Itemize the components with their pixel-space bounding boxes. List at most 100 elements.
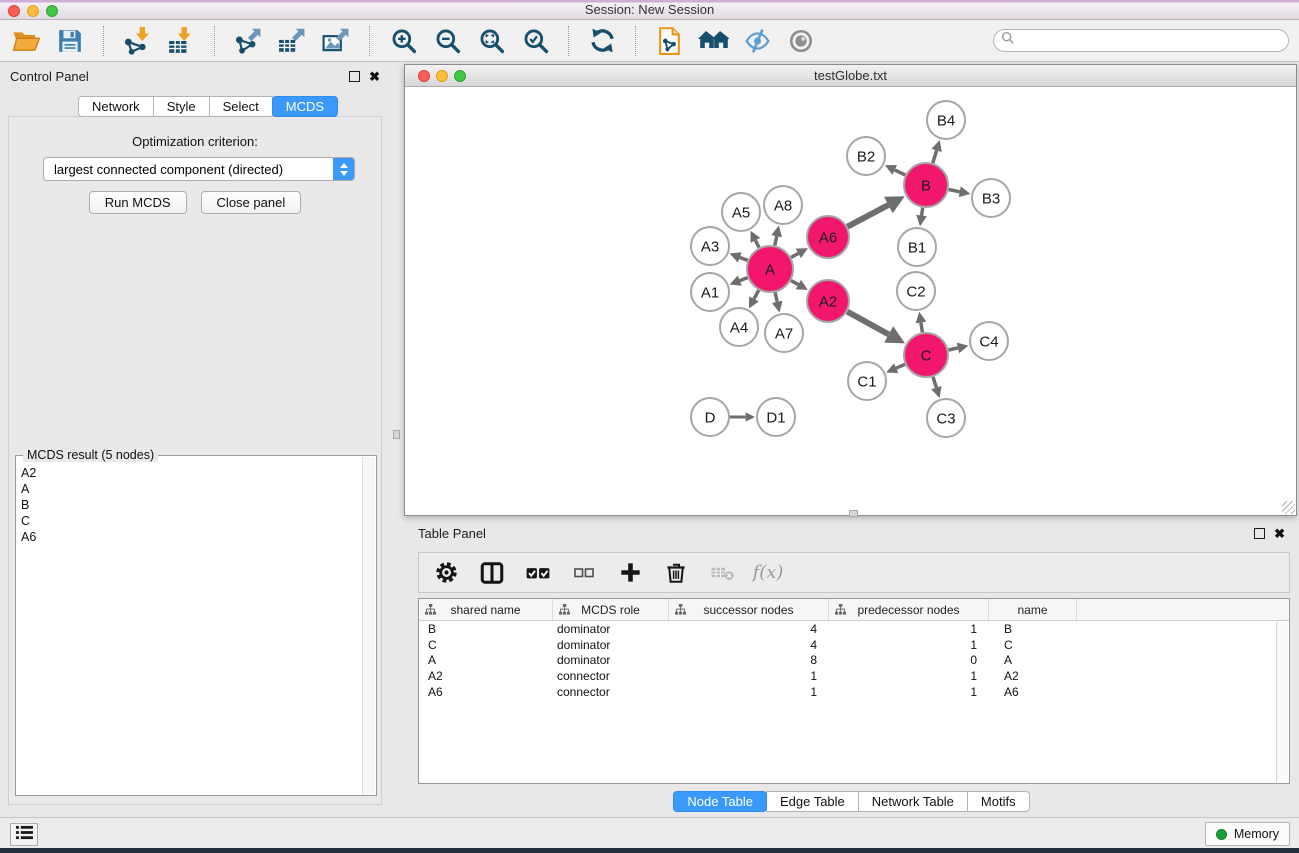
node-B3[interactable]: B3	[972, 179, 1010, 217]
network-canvas[interactable]: B4B2BB3A5A8A6A3B1AA1C2A2A4A7C4CC1C3DD1	[405, 87, 1296, 515]
network-minimize-button[interactable]	[436, 70, 448, 82]
edge-B-B2[interactable]	[895, 170, 906, 175]
network-graph[interactable]: B4B2BB3A5A8A6A3B1AA1C2A2A4A7C4CC1C3DD1	[405, 87, 1296, 516]
float-table-panel-icon[interactable]	[1254, 528, 1265, 539]
edge-A-A8[interactable]	[775, 236, 777, 245]
zoom-fit-icon[interactable]	[475, 25, 507, 57]
split-view-icon[interactable]	[479, 560, 505, 586]
node-A8[interactable]: A8	[764, 186, 802, 224]
resize-grip-icon[interactable]	[1282, 501, 1295, 514]
node-A5[interactable]: A5	[722, 193, 760, 231]
open-folder-icon[interactable]	[10, 25, 42, 57]
zoom-out-icon[interactable]	[431, 25, 463, 57]
result-item[interactable]: A6	[21, 529, 358, 545]
table-settings-icon[interactable]	[433, 560, 459, 586]
zoom-window-button[interactable]	[46, 5, 58, 17]
select-all-icon[interactable]	[525, 560, 551, 586]
network-bottom-handle[interactable]	[849, 510, 858, 517]
export-network-icon[interactable]	[232, 25, 264, 57]
result-item[interactable]: B	[21, 497, 358, 513]
search-input[interactable]	[1020, 34, 1281, 48]
divider-grab-handle[interactable]	[393, 430, 400, 439]
column-header-name[interactable]: name	[989, 599, 1077, 620]
edge-A6-B[interactable]	[847, 205, 888, 227]
result-item[interactable]: C	[21, 513, 358, 529]
edge-B-B1[interactable]	[922, 208, 923, 216]
show-eye-icon[interactable]	[785, 25, 817, 57]
export-table-icon[interactable]	[276, 25, 308, 57]
node-A[interactable]: A	[747, 246, 793, 292]
edge-A-A2[interactable]	[791, 281, 798, 285]
table-scrollbar[interactable]	[1276, 622, 1288, 782]
node-A3[interactable]: A3	[691, 227, 729, 265]
tab-edge-table[interactable]: Edge Table	[766, 791, 859, 812]
node-A6[interactable]: A6	[807, 216, 849, 258]
memory-button[interactable]: Memory	[1205, 822, 1290, 846]
node-A7[interactable]: A7	[765, 314, 803, 352]
tab-network[interactable]: Network	[78, 96, 154, 117]
tab-node-table[interactable]: Node Table	[673, 791, 767, 812]
network-window-titlebar[interactable]: testGlobe.txt	[405, 65, 1296, 87]
edge-A2-C[interactable]	[847, 312, 888, 335]
node-B4[interactable]: B4	[927, 101, 965, 139]
node-C[interactable]: C	[904, 333, 948, 377]
import-network-icon[interactable]	[121, 25, 153, 57]
node-A4[interactable]: A4	[720, 308, 758, 346]
edge-A-A5[interactable]	[755, 240, 759, 247]
edge-C-C1[interactable]	[896, 364, 905, 368]
node-D[interactable]: D	[691, 398, 729, 436]
network-close-button[interactable]	[418, 70, 430, 82]
float-panel-icon[interactable]	[349, 71, 360, 82]
column-header-predecessor-nodes[interactable]: predecessor nodes	[829, 599, 989, 620]
result-item[interactable]: A2	[21, 465, 358, 481]
edge-A-A1[interactable]	[740, 278, 748, 281]
table-row[interactable]: Bdominator41B	[419, 621, 1289, 637]
column-header-successor-nodes[interactable]: successor nodes	[669, 599, 829, 620]
edge-A-A4[interactable]	[754, 290, 759, 299]
zoom-selected-icon[interactable]	[519, 25, 551, 57]
network-document-icon[interactable]	[653, 25, 685, 57]
node-B[interactable]: B	[904, 163, 948, 207]
panel-divider[interactable]	[390, 62, 404, 817]
edge-C-C4[interactable]	[949, 348, 958, 350]
column-header-MCDS-role[interactable]: MCDS role	[553, 599, 669, 620]
save-icon[interactable]	[54, 25, 86, 57]
close-panel-icon[interactable]: ✖	[369, 71, 380, 82]
edge-C-C2[interactable]	[921, 323, 923, 333]
edge-C-C3[interactable]	[933, 377, 936, 388]
table-row[interactable]: A2connector11A2	[419, 668, 1289, 684]
refresh-icon[interactable]	[586, 25, 618, 57]
close-table-panel-icon[interactable]: ✖	[1274, 528, 1285, 539]
result-item[interactable]: A	[21, 481, 358, 497]
node-A1[interactable]: A1	[691, 273, 729, 311]
node-C2[interactable]: C2	[897, 272, 935, 310]
hide-eye-icon[interactable]	[741, 25, 773, 57]
column-header-shared-name[interactable]: shared name	[419, 599, 553, 620]
import-table-icon[interactable]	[165, 25, 197, 57]
node-C1[interactable]: C1	[848, 362, 886, 400]
home-icon[interactable]	[697, 25, 729, 57]
tab-select[interactable]: Select	[209, 96, 273, 117]
close-panel-button[interactable]: Close panel	[201, 191, 302, 214]
close-window-button[interactable]	[8, 5, 20, 17]
tab-motifs[interactable]: Motifs	[967, 791, 1030, 812]
node-C4[interactable]: C4	[970, 322, 1008, 360]
node-B2[interactable]: B2	[847, 137, 885, 175]
tab-mcds[interactable]: MCDS	[272, 96, 338, 117]
edge-B-B4[interactable]	[933, 150, 937, 163]
node-A2[interactable]: A2	[807, 280, 849, 322]
edge-A-A7[interactable]	[775, 292, 777, 302]
node-D1[interactable]: D1	[757, 398, 795, 436]
table-row[interactable]: Cdominator41C	[419, 637, 1289, 653]
result-list-scrollbar[interactable]	[362, 457, 375, 794]
table-row[interactable]: A6connector11A6	[419, 684, 1289, 700]
export-image-icon[interactable]	[320, 25, 352, 57]
network-zoom-button[interactable]	[454, 70, 466, 82]
task-history-button[interactable]	[10, 823, 38, 846]
node-C3[interactable]: C3	[927, 399, 965, 437]
edge-A-A3[interactable]	[740, 257, 748, 260]
edge-A-A6[interactable]	[791, 253, 798, 257]
deselect-all-icon[interactable]	[571, 560, 597, 586]
run-mcds-button[interactable]: Run MCDS	[89, 191, 187, 214]
delete-column-icon[interactable]	[663, 560, 689, 586]
